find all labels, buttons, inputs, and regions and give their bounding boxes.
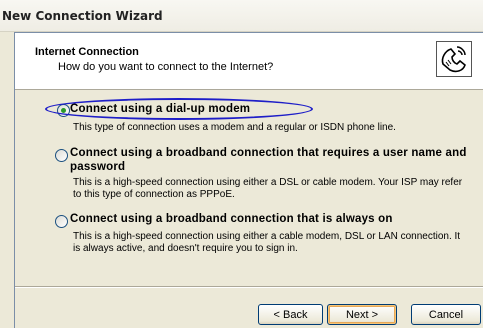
option-broadband-login-label[interactable]: Connect using a broadband connection tha… bbox=[70, 146, 470, 174]
option-dialup-description: This type of connection uses a modem and… bbox=[73, 122, 396, 133]
cancel-button[interactable]: Cancel bbox=[411, 304, 481, 325]
phone-connection-icon bbox=[436, 41, 472, 77]
page-title: Internet Connection bbox=[35, 46, 139, 58]
highlight-annotation bbox=[45, 98, 313, 120]
option-broadband-always-on-description: This is a high-speed connection using ei… bbox=[73, 231, 461, 254]
radio-broadband-login[interactable] bbox=[55, 149, 68, 162]
page-subtitle: How do you want to connect to the Intern… bbox=[58, 61, 274, 73]
wizard-header: Internet Connection How do you want to c… bbox=[15, 33, 483, 90]
back-button[interactable]: < Back bbox=[258, 304, 323, 325]
next-button[interactable]: Next > bbox=[327, 304, 397, 325]
window-title: New Connection Wizard bbox=[2, 9, 163, 23]
title-bar: New Connection Wizard bbox=[0, 0, 483, 32]
option-broadband-login-description: This is a high-speed connection using ei… bbox=[73, 177, 463, 200]
button-separator bbox=[15, 286, 483, 288]
radio-broadband-always-on[interactable] bbox=[55, 215, 68, 228]
option-broadband-always-on-label[interactable]: Connect using a broadband connection tha… bbox=[70, 213, 393, 225]
